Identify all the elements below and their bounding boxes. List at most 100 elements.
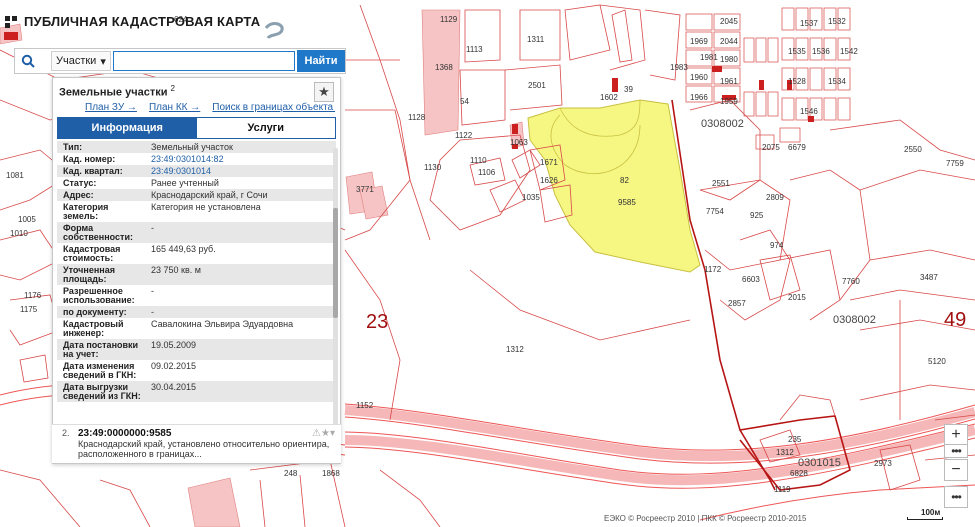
info-panel: Земельные участки 2 ★ План ЗУ → План КК … (52, 77, 341, 464)
favorite-star-button[interactable]: ★ (314, 82, 334, 102)
svg-text:1311: 1311 (527, 35, 545, 44)
quarter-label: 0301015 (798, 457, 841, 469)
copyright: ЕЭКО © Росреестр 2010 | ПКК © Росреестр … (604, 514, 807, 523)
svg-text:2501: 2501 (528, 81, 546, 90)
svg-text:1960: 1960 (690, 73, 708, 82)
tab-services[interactable]: Услуги (196, 118, 335, 138)
scale-bar (907, 517, 943, 520)
svg-text:1528: 1528 (788, 77, 806, 86)
result-index: 2. (62, 428, 70, 438)
svg-text:1081: 1081 (6, 171, 24, 180)
search-type-select[interactable]: Участки ▾ (51, 51, 111, 71)
svg-text:2015: 2015 (788, 293, 806, 302)
result-description: Краснодарский край, установлено относите… (78, 439, 330, 459)
svg-text:1536: 1536 (812, 47, 830, 56)
info-row: Разрешенное использование: - (63, 286, 154, 305)
info-row: Категория земель: Категория не установлен… (63, 202, 261, 221)
svg-text:1534: 1534 (828, 77, 846, 86)
svg-text:1172: 1172 (704, 265, 722, 274)
chevron-down-icon[interactable]: ▾ (330, 428, 335, 439)
panel-tabs: Информация Услуги (57, 117, 336, 139)
quarter-label: 0308002 (701, 118, 744, 130)
svg-text:54: 54 (460, 97, 469, 106)
minus-icon: − (951, 461, 961, 478)
svg-text:974: 974 (770, 241, 784, 250)
info-row: Форма собственности: - (57, 222, 336, 243)
panel-title: Земельные участки 2 (59, 84, 175, 99)
dots-icon: ••• (951, 444, 962, 458)
svg-text:1128: 1128 (408, 113, 426, 122)
zone-label: 23 (366, 311, 388, 333)
zoom-in-button[interactable]: + (944, 424, 968, 446)
svg-text:2551: 2551 (712, 179, 730, 188)
scrollbar-thumb[interactable] (333, 208, 338, 318)
svg-text:1113: 1113 (466, 45, 483, 54)
search-bar: Участки ▾ Найти (14, 48, 346, 74)
svg-text:1959: 1959 (720, 97, 738, 106)
svg-text:2550: 2550 (904, 145, 922, 154)
info-row: по документу: - (57, 306, 336, 318)
star-icon[interactable]: ★ (321, 428, 330, 439)
svg-text:235: 235 (788, 435, 802, 444)
svg-text:1626: 1626 (540, 176, 558, 185)
plan-zu-link[interactable]: План ЗУ → (85, 102, 137, 112)
search-result-item[interactable]: 2. 23:49:0000000:9585 Краснодарский край,… (52, 424, 341, 463)
svg-text:1106: 1106 (478, 168, 496, 177)
panel-scrollbar[interactable] (333, 148, 338, 460)
info-row: Кадастровая стоимость: 165 449,63 руб. (63, 244, 216, 263)
app-title: ПУБЛИЧНАЯ КАДАСТРОВАЯ КАРТА (24, 14, 261, 29)
plus-icon: + (951, 426, 961, 443)
search-button[interactable]: Найти (297, 50, 345, 72)
svg-text:1119: 1119 (774, 485, 791, 494)
svg-text:3771: 3771 (356, 185, 374, 194)
svg-text:1969: 1969 (690, 37, 708, 46)
svg-text:1312: 1312 (776, 448, 794, 457)
zoom-out-button[interactable]: − (944, 459, 968, 481)
app-header: ПУБЛИЧНАЯ КАДАСТРОВАЯ КАРТА (4, 14, 260, 29)
info-row: Статус: Ранее учтенный (63, 178, 219, 188)
svg-text:2075: 2075 (762, 143, 780, 152)
rosreestr-logo-icon (5, 15, 17, 28)
cadastral-number-link[interactable]: 23:49:0301014:82 (147, 153, 336, 165)
info-row: Кад. квартал: 23:49:0301014 (57, 165, 336, 177)
svg-text:1535: 1535 (788, 47, 806, 56)
cadastral-quarter-link[interactable]: 23:49:0301014 (147, 165, 336, 177)
map-scale: 100м (907, 508, 947, 520)
parcel-label: 9585 (618, 198, 636, 207)
svg-text:1175: 1175 (20, 305, 38, 314)
svg-text:1130: 1130 (424, 163, 442, 172)
plan-kk-link[interactable]: План КК → (149, 102, 200, 112)
warning-icon[interactable]: ⚠ (312, 428, 321, 439)
svg-text:1961: 1961 (720, 77, 738, 86)
svg-text:1063: 1063 (510, 138, 528, 147)
result-cadastral-number[interactable]: 23:49:0000000:9585 (78, 428, 171, 439)
svg-text:925: 925 (750, 211, 764, 220)
svg-text:2045: 2045 (720, 17, 738, 26)
info-row: Кад. номер: 23:49:0301014:82 (57, 153, 336, 165)
svg-text:6679: 6679 (788, 143, 806, 152)
svg-text:1980: 1980 (720, 55, 738, 64)
search-input[interactable] (112, 51, 295, 71)
svg-text:6603: 6603 (742, 275, 760, 284)
result-actions: ⚠★▾ (312, 428, 335, 439)
zoom-slider[interactable]: ••• (944, 444, 968, 458)
svg-text:1035: 1035 (522, 193, 540, 202)
svg-text:1129: 1129 (440, 15, 458, 24)
search-within-link[interactable]: Поиск в границах объекта → (212, 102, 335, 112)
more-icon: ••• (951, 490, 962, 504)
tab-information[interactable]: Информация (58, 118, 197, 138)
chevron-down-icon: ▾ (100, 55, 106, 68)
star-icon: ★ (318, 84, 330, 99)
svg-text:39: 39 (624, 85, 633, 94)
info-row: Тип: Земельный участок (57, 141, 336, 153)
more-options-button[interactable]: ••• (944, 486, 968, 508)
history-arrow-icon[interactable] (262, 20, 290, 40)
svg-text:1537: 1537 (800, 19, 818, 28)
svg-text:1602: 1602 (600, 93, 618, 102)
svg-text:7759: 7759 (946, 159, 964, 168)
search-icon[interactable] (15, 49, 41, 73)
result-count: 2 (170, 84, 175, 93)
svg-text:1542: 1542 (840, 47, 858, 56)
svg-text:1005: 1005 (18, 215, 36, 224)
svg-text:1368: 1368 (435, 63, 453, 72)
